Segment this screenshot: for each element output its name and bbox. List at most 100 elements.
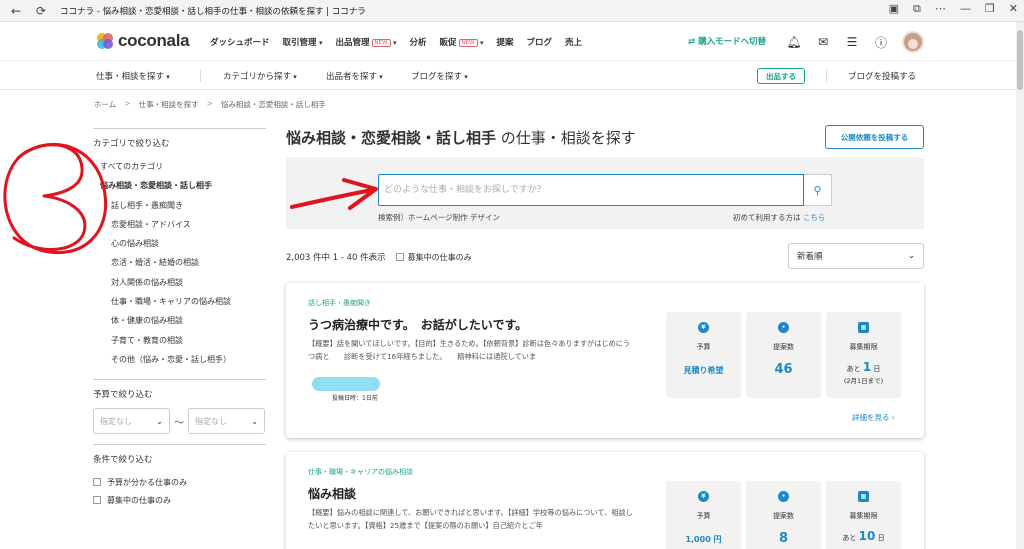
buy-mode-label: 購入モードへ切替 xyxy=(698,37,767,47)
filter-sidebar: カテゴリで絞り込む すべてのカテゴリ 悩み相談・恋愛相談・話し相手 話し相手・愚… xyxy=(93,128,266,509)
scrollbar-thumb[interactable] xyxy=(1017,30,1023,90)
nav-sales[interactable]: 売上 xyxy=(565,36,582,48)
nav-analytics[interactable]: 分析 xyxy=(409,36,426,48)
tab-actions-icon[interactable]: ⧉ xyxy=(913,2,921,16)
sort-select[interactable]: 新着順 ⌄ xyxy=(788,243,924,269)
subcategory-link[interactable]: その他（悩み・恋愛・話し相手） xyxy=(93,350,266,369)
close-icon[interactable]: ✕ xyxy=(1009,2,1018,16)
search-input[interactable]: どのような仕事・相談をお探しですか？ xyxy=(378,174,804,206)
stat-label: 提案数 xyxy=(773,343,794,351)
details-link-label: 詳細を見る xyxy=(852,413,890,422)
deadline-date: (2月1日まで) xyxy=(843,377,884,385)
user-avatar[interactable] xyxy=(902,31,924,53)
job-title[interactable]: うつ病治療中です。 お話がしたいです。 xyxy=(308,316,527,333)
breadcrumb-find-jobs[interactable]: 仕事・相談を探す xyxy=(139,99,199,110)
subnav-by-category[interactable]: カテゴリから探す xyxy=(223,70,297,82)
job-card[interactable]: 話し相手・愚痴聞き うつ病治療中です。 お話がしたいです。 【概要】話を聞いてほ… xyxy=(286,283,924,438)
speech-bubble-icon: • xyxy=(778,491,789,502)
budget-min-select[interactable]: 指定なし ⌄ xyxy=(93,408,170,435)
blurred-avatar xyxy=(312,377,380,391)
checkbox[interactable] xyxy=(93,478,101,487)
divider xyxy=(826,69,827,82)
first-time-link[interactable]: こちら xyxy=(803,213,826,222)
subcategory-link[interactable]: 対人関係の悩み相談 xyxy=(93,273,266,292)
proposals-stat: • 提案数 46 xyxy=(746,312,821,398)
job-category[interactable]: 話し相手・愚痴聞き xyxy=(308,298,371,308)
calendar-icon: ▦ xyxy=(858,491,869,502)
reload-icon[interactable]: ⟳ xyxy=(33,3,49,19)
subnav-find-sellers[interactable]: 出品者を探す xyxy=(326,70,383,82)
speech-bubble-icon: • xyxy=(778,322,789,333)
nav-promotion[interactable]: 販促 NEW xyxy=(440,36,484,48)
nav-proposals[interactable]: 提案 xyxy=(497,36,514,48)
subcategory-link[interactable]: 話し相手・愚痴聞き xyxy=(93,196,266,215)
subcategory-link[interactable]: 心の悩み相談 xyxy=(93,234,266,253)
current-category[interactable]: 悩み相談・恋愛相談・話し相手 xyxy=(93,176,266,195)
mail-icon[interactable]: ✉ xyxy=(815,34,831,50)
stat-label: 募集期限 xyxy=(849,512,878,520)
browser-toolbar: ← ⟳ ココナラ - 悩み相談・恋愛相談・話し相手の仕事・相談の依頼を探す | … xyxy=(0,0,1024,22)
details-link[interactable]: 詳細を見る › xyxy=(852,412,895,423)
coconala-logo[interactable]: coconala xyxy=(96,31,190,51)
budget-max-select[interactable]: 指定なし ⌄ xyxy=(188,408,265,435)
subnav-find-jobs[interactable]: 仕事・相談を探す xyxy=(96,70,170,82)
recruiting-only-toggle[interactable]: 募集中の仕事のみ xyxy=(395,252,472,263)
maximize-icon[interactable]: ❐ xyxy=(985,2,995,16)
page-title-category: 悩み相談・恋愛相談・話し相手 xyxy=(286,129,497,147)
recruiting-checkbox[interactable]: 募集中の仕事のみ xyxy=(93,491,266,509)
all-categories-link[interactable]: すべてのカテゴリ xyxy=(93,157,266,176)
subcategory-link[interactable]: 恋愛相談・アドバイス xyxy=(93,215,266,234)
nav-blog[interactable]: ブログ xyxy=(527,36,553,48)
main-nav: ダッシュボード 取引管理 出品管理NEW 分析 販促NEW 提案 ブログ 売上 xyxy=(210,36,582,48)
deadline-unit: 日 xyxy=(877,534,885,542)
subcategory-link[interactable]: 子育て・教育の相談 xyxy=(93,331,266,350)
sell-button[interactable]: 出品する xyxy=(757,68,805,84)
help-icon[interactable]: ⓘ xyxy=(873,34,889,50)
buy-mode-switch[interactable]: ⇄ 購入モードへ切替 xyxy=(688,35,766,47)
back-arrow-icon[interactable]: ← xyxy=(8,3,24,19)
page-title-suffix: の仕事・相談を探す xyxy=(496,129,636,147)
nav-transactions[interactable]: 取引管理 xyxy=(283,36,323,48)
subcategory-link[interactable]: 体・健康の悩み相談 xyxy=(93,311,266,330)
reading-view-icon[interactable]: ▣ xyxy=(889,2,899,16)
checkbox[interactable] xyxy=(395,253,404,261)
checkbox-label: 予算が分かる仕事のみ xyxy=(107,477,187,487)
stat-label: 提案数 xyxy=(773,512,794,520)
job-description: 【概要】悩みの相談に関連して、お願いできればと思います。【詳細】学校等の悩みにつ… xyxy=(308,508,633,530)
task-list-icon[interactable]: ☰ xyxy=(844,34,860,50)
checkbox[interactable] xyxy=(93,496,101,505)
deadline-value: あと 10 日 xyxy=(826,529,901,543)
range-tilde: 〜 xyxy=(174,417,184,429)
more-icon[interactable]: ⋯ xyxy=(935,2,946,16)
job-category[interactable]: 仕事・職場・キャリアの悩み相談 xyxy=(308,467,413,477)
deadline-days: 10 xyxy=(858,529,876,543)
chevron-down-icon: ⌄ xyxy=(251,416,258,426)
divider xyxy=(200,69,201,82)
annotation-circle xyxy=(3,142,108,255)
subcategory-link[interactable]: 仕事・職場・キャリアの悩み相談 xyxy=(93,292,266,311)
first-time-note: 初めて利用する方は こちら xyxy=(733,212,825,223)
page-scrollbar[interactable] xyxy=(1016,22,1024,549)
job-card[interactable]: 仕事・職場・キャリアの悩み相談 悩み相談 【概要】悩みの相談に関連して、お願いで… xyxy=(286,452,924,549)
nav-listings-label: 出品管理 xyxy=(335,38,370,48)
job-post-date: 投稿日時：1日前 xyxy=(332,395,378,402)
budget-filter-heading: 予算で絞り込む xyxy=(93,390,153,401)
job-title[interactable]: 悩み相談 xyxy=(308,485,356,502)
nav-listings[interactable]: 出品管理 NEW xyxy=(335,36,396,48)
search-button[interactable]: ⚲ xyxy=(804,174,832,206)
bell-icon[interactable]: 🔔︎ xyxy=(786,34,802,50)
post-request-button[interactable]: 公開依頼を投稿する xyxy=(825,125,924,149)
subnav-find-blogs[interactable]: ブログを探す xyxy=(411,70,468,82)
sub-navigation: 仕事・相談を探す カテゴリから探す 出品者を探す ブログを探す 出品する ブログ… xyxy=(0,60,1016,90)
minimize-icon[interactable]: — xyxy=(960,2,971,16)
post-blog-link[interactable]: ブログを投稿する xyxy=(848,70,916,82)
nav-dashboard[interactable]: ダッシュボード xyxy=(210,36,270,48)
breadcrumb-home[interactable]: ホーム xyxy=(94,99,116,110)
budget-known-checkbox[interactable]: 予算が分かる仕事のみ xyxy=(93,473,266,491)
budget-stat: ¥ 予算 見積り希望 xyxy=(666,312,741,398)
search-icon: ⚲ xyxy=(813,183,822,197)
sort-value: 新着順 xyxy=(797,252,823,262)
subcategory-link[interactable]: 恋活・婚活・結婚の相談 xyxy=(93,253,266,272)
stat-label: 募集期限 xyxy=(849,343,878,351)
deadline-days: 1 xyxy=(862,360,872,374)
